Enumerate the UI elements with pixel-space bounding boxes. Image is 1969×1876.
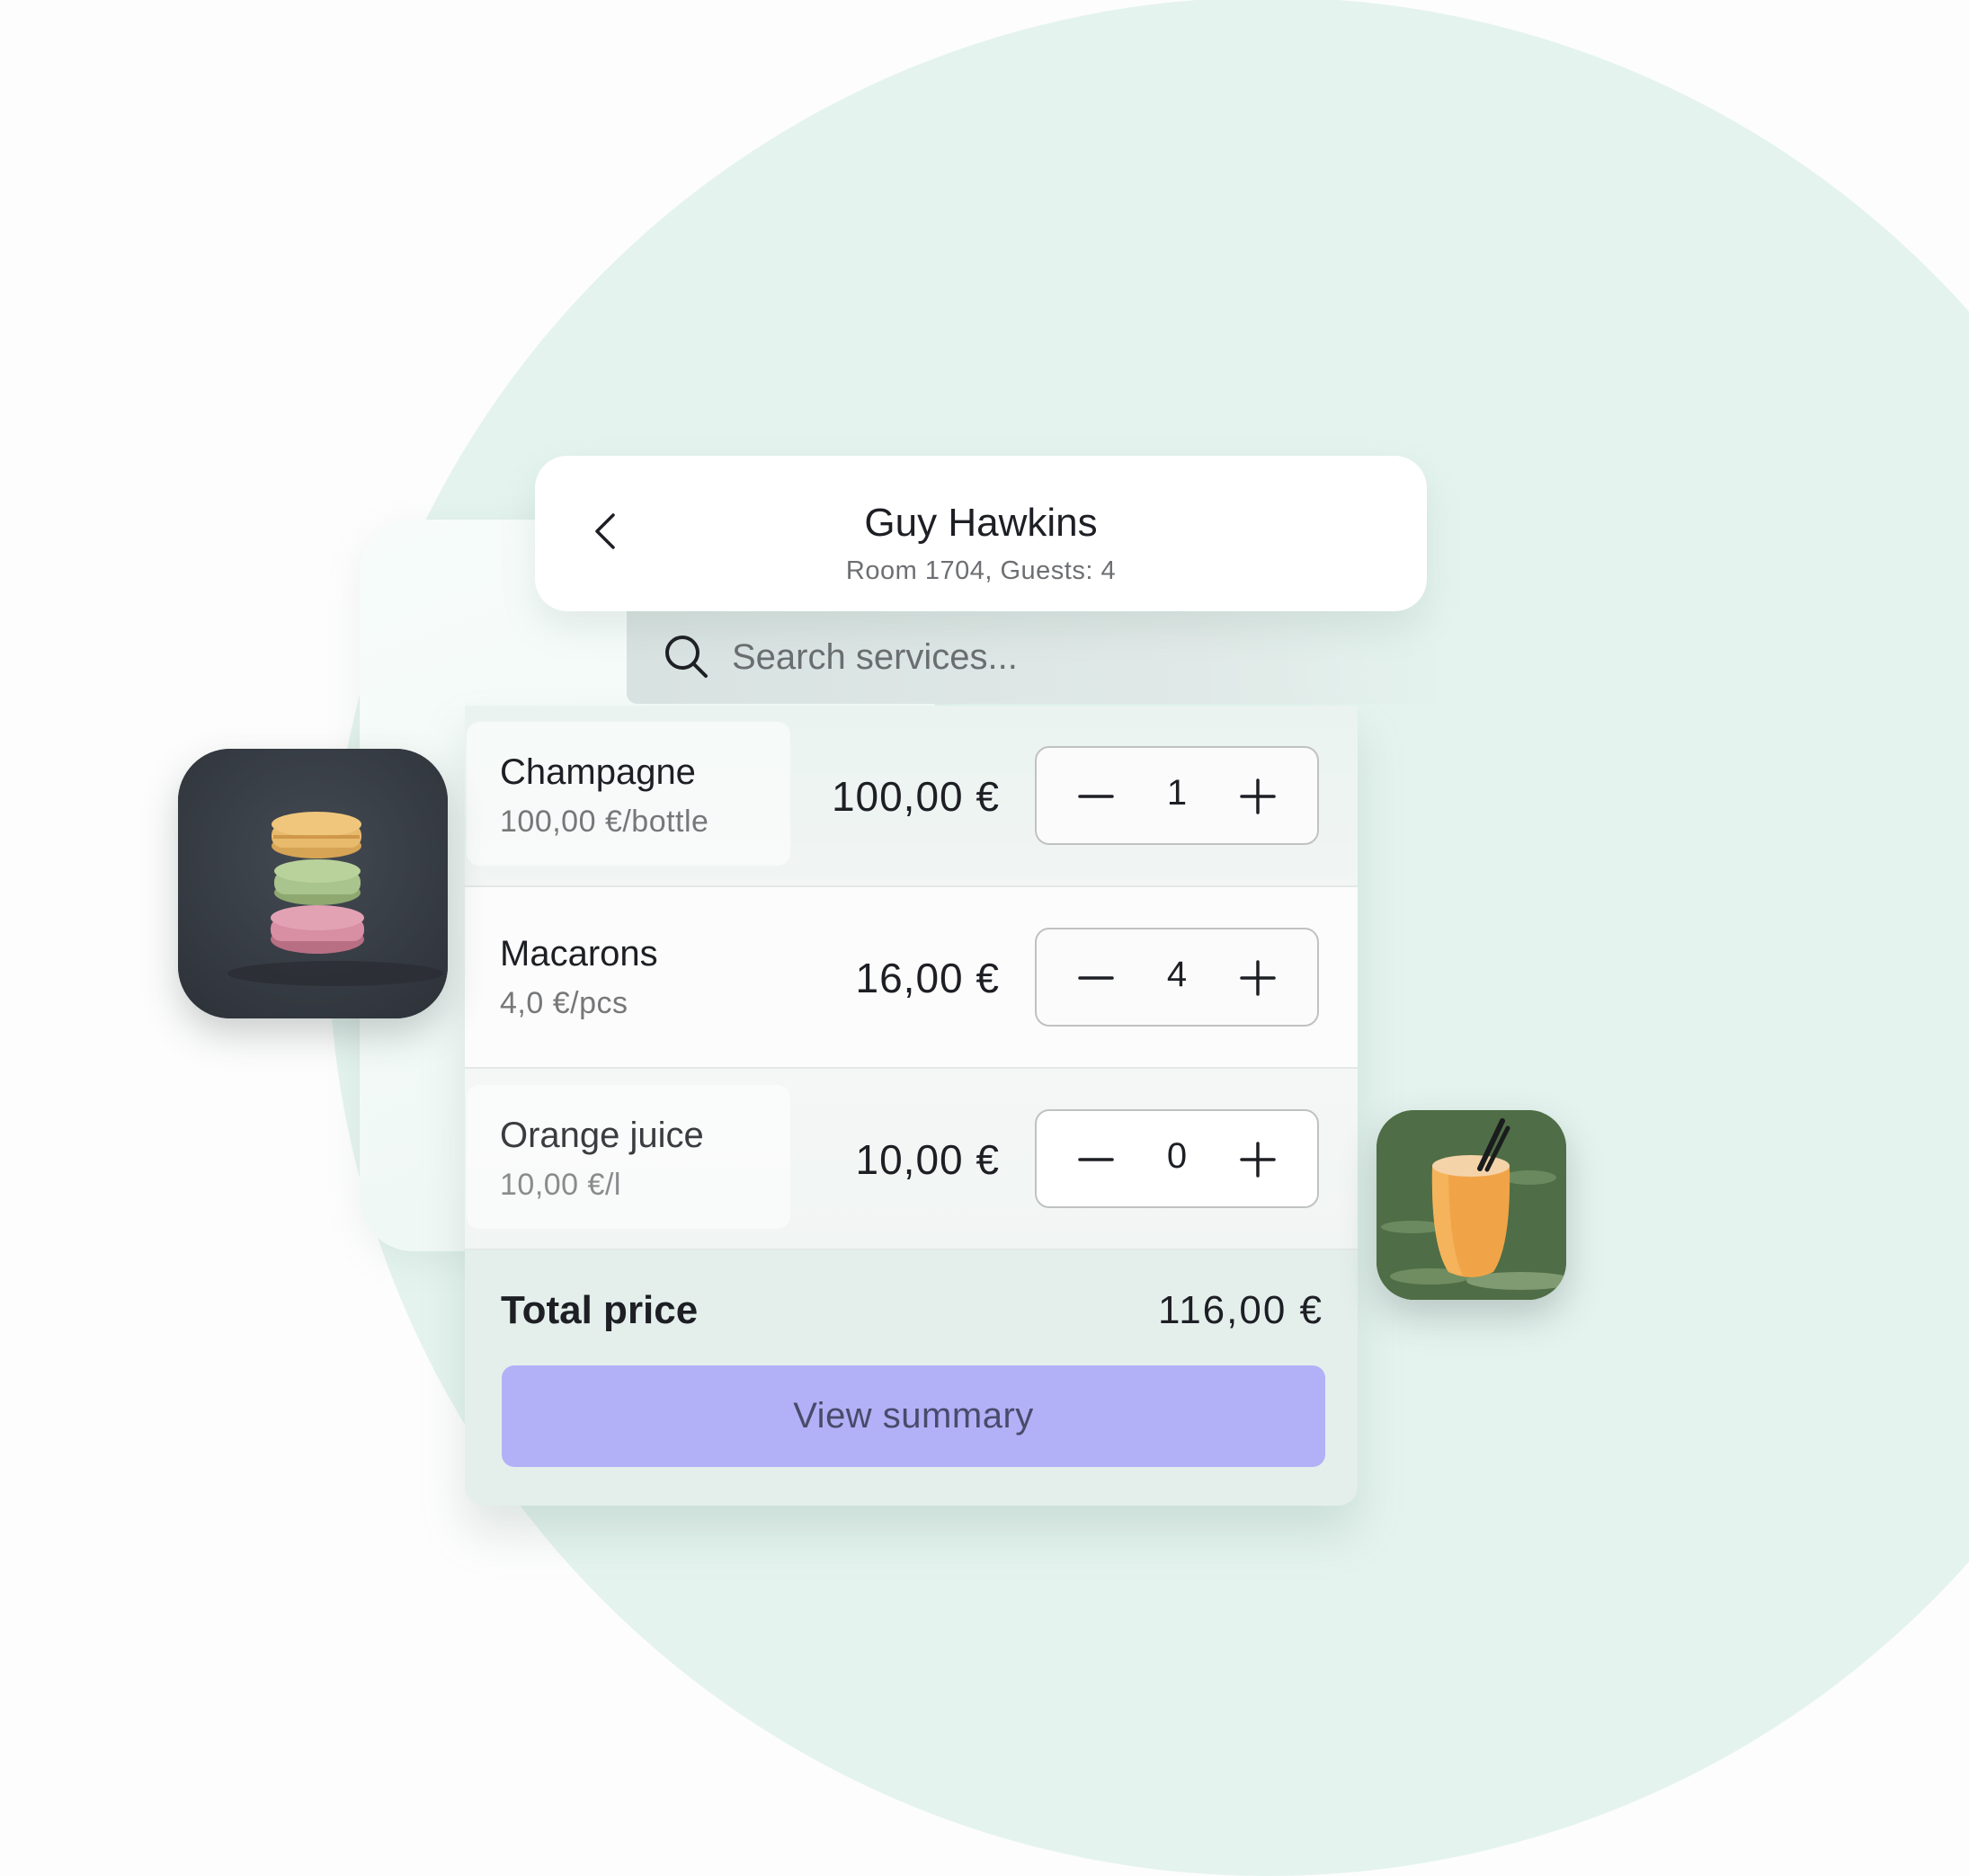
quantity-stepper: 0 — [1035, 1109, 1319, 1208]
guest-room-info: Room 1704, Guests: 4 — [845, 556, 1117, 585]
quantity-stepper: 1 — [1035, 746, 1319, 845]
services-list-panel: Champagne 100,00 €/bottle 100,00 € 1 Mac… — [465, 706, 1358, 1506]
plus-icon[interactable] — [1234, 955, 1281, 1001]
item-unit-price: 100,00 €/bottle — [500, 805, 709, 839]
item-name: Champagne — [500, 752, 696, 792]
item-total-price: 16,00 € — [855, 955, 1000, 1001]
guest-header: Guy Hawkins Room 1704, Guests: 4 — [535, 456, 1427, 611]
macaron-yellow — [272, 812, 361, 858]
item-name-box — [467, 1085, 790, 1229]
total-section: Total price 116,00 € View summary — [465, 1250, 1358, 1506]
item-name-box — [467, 722, 790, 866]
item-total-price: 10,00 € — [855, 1136, 1000, 1183]
item-name: Macarons — [500, 934, 658, 974]
quantity-stepper: 4 — [1035, 928, 1319, 1027]
view-summary-button[interactable]: View summary — [502, 1365, 1325, 1467]
list-item: Macarons 4,0 €/pcs 16,00 € 4 — [465, 887, 1358, 1069]
search-icon — [665, 636, 708, 678]
macaron-pink — [271, 905, 364, 954]
macarons-photo — [178, 749, 448, 1018]
plus-icon[interactable] — [1234, 773, 1281, 820]
total-price-value: 116,00 € — [1157, 1288, 1323, 1332]
orange-juice-photo — [1377, 1110, 1566, 1300]
item-total-price: 100,00 € — [831, 773, 1000, 820]
item-name: Orange juice — [500, 1116, 704, 1155]
search-input[interactable] — [730, 627, 1417, 687]
plus-icon[interactable] — [1234, 1136, 1281, 1183]
item-unit-price: 4,0 €/pcs — [500, 986, 628, 1020]
guest-name: Guy Hawkins — [864, 501, 1098, 545]
total-price-label: Total price — [501, 1288, 699, 1332]
item-unit-price: 10,00 €/l — [500, 1168, 621, 1202]
list-item: Champagne 100,00 €/bottle 100,00 € 1 — [465, 706, 1358, 887]
list-item: Orange juice 10,00 €/l 10,00 € 0 — [465, 1069, 1358, 1250]
macaron-green — [274, 859, 361, 905]
search-bar — [627, 611, 1448, 704]
